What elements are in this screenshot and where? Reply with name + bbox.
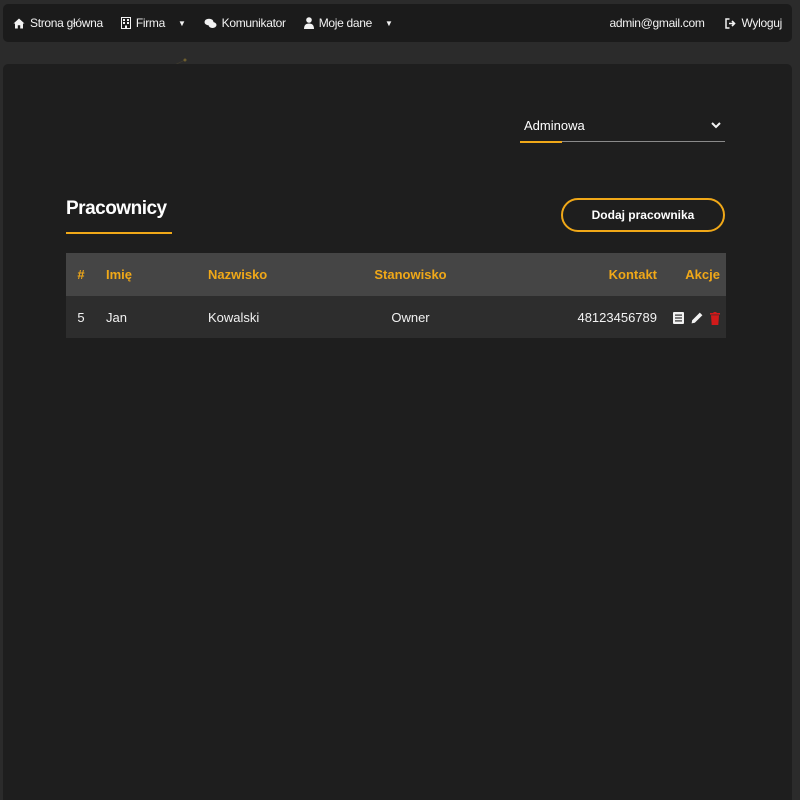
details-icon	[673, 312, 684, 325]
nav-user-email[interactable]: admin@gmail.com	[609, 16, 704, 30]
cell-contact: 48123456789	[503, 296, 661, 338]
edit-icon	[691, 312, 703, 324]
company-select[interactable]: Adminowa	[520, 110, 725, 143]
building-icon	[120, 17, 131, 29]
main-panel: Adminowa Pracownicy Dodaj pracownika # I…	[3, 64, 792, 800]
edit-button[interactable]	[691, 312, 703, 324]
nav-company-label: Firma	[135, 16, 165, 30]
nav-messenger[interactable]: Komunikator	[204, 16, 286, 30]
delete-icon	[710, 311, 720, 325]
logout-label: Wyloguj	[741, 16, 783, 30]
user-icon	[303, 17, 314, 29]
home-icon	[13, 18, 25, 28]
nav-my-data-label: Moje dane	[318, 16, 373, 30]
cell-first-name: Jan	[96, 296, 208, 338]
employees-table: # Imię Nazwisko Stanowisko Kontakt Akcje…	[66, 253, 726, 338]
nav-my-data-dropdown[interactable]: Moje dane ▼	[303, 16, 393, 30]
top-navbar: Strona główna Firma ▼ Komunikator Moje d…	[3, 4, 792, 42]
column-header-first-name: Imię	[96, 253, 208, 296]
cell-position: Owner	[318, 296, 503, 338]
add-employee-button[interactable]: Dodaj pracownika	[561, 198, 725, 232]
table-header-row: # Imię Nazwisko Stanowisko Kontakt Akcje	[66, 253, 726, 296]
title-underline	[66, 232, 172, 234]
table-row: 5 Jan Kowalski Owner 48123456789	[66, 296, 726, 338]
column-header-last-name: Nazwisko	[208, 253, 318, 296]
column-header-position: Stanowisko	[318, 253, 503, 296]
column-header-contact: Kontakt	[503, 253, 661, 296]
page-title: Pracownicy	[66, 198, 167, 219]
user-email: admin@gmail.com	[609, 16, 705, 30]
chevron-down-icon: ▼	[178, 18, 186, 28]
company-select-value: Adminowa	[524, 118, 585, 133]
comments-icon	[204, 18, 217, 28]
nav-home-label: Strona główna	[30, 16, 103, 30]
logout-icon	[724, 17, 736, 29]
cell-last-name: Kowalski	[208, 296, 318, 338]
chevron-down-icon	[711, 122, 721, 129]
nav-messenger-label: Komunikator	[221, 16, 286, 30]
nav-company-dropdown[interactable]: Firma ▼	[120, 16, 186, 30]
cell-id: 5	[66, 296, 96, 338]
select-accent-bar	[520, 141, 562, 143]
nav-home[interactable]: Strona główna	[13, 16, 103, 30]
column-header-actions: Akcje	[661, 253, 726, 296]
delete-button[interactable]	[710, 311, 720, 325]
cell-actions	[661, 296, 726, 338]
details-button[interactable]	[673, 312, 684, 325]
column-header-id: #	[66, 253, 96, 296]
chevron-down-icon: ▼	[385, 18, 393, 28]
logout-button[interactable]: Wyloguj	[724, 16, 783, 30]
